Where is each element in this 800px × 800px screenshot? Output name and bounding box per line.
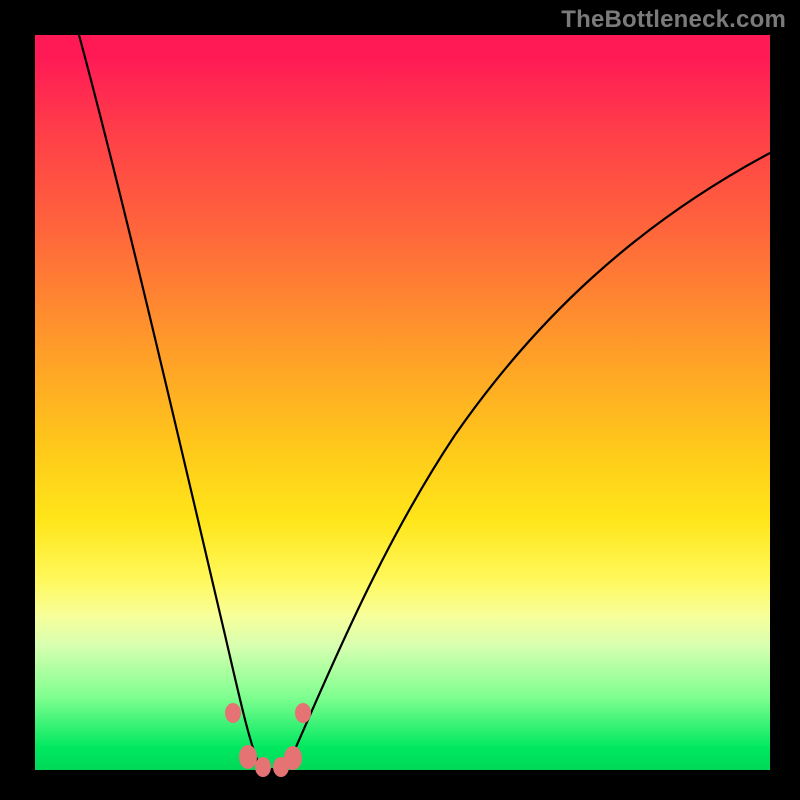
chart-frame: TheBottleneck.com <box>0 0 800 800</box>
plot-area <box>35 35 770 770</box>
data-marker <box>295 703 311 723</box>
data-marker <box>255 757 271 777</box>
data-marker <box>284 746 302 770</box>
curve-left-branch <box>79 35 260 767</box>
bottleneck-curve <box>35 35 770 770</box>
curve-right-branch <box>287 153 770 767</box>
watermark-text: TheBottleneck.com <box>561 6 786 34</box>
data-marker <box>225 703 241 723</box>
